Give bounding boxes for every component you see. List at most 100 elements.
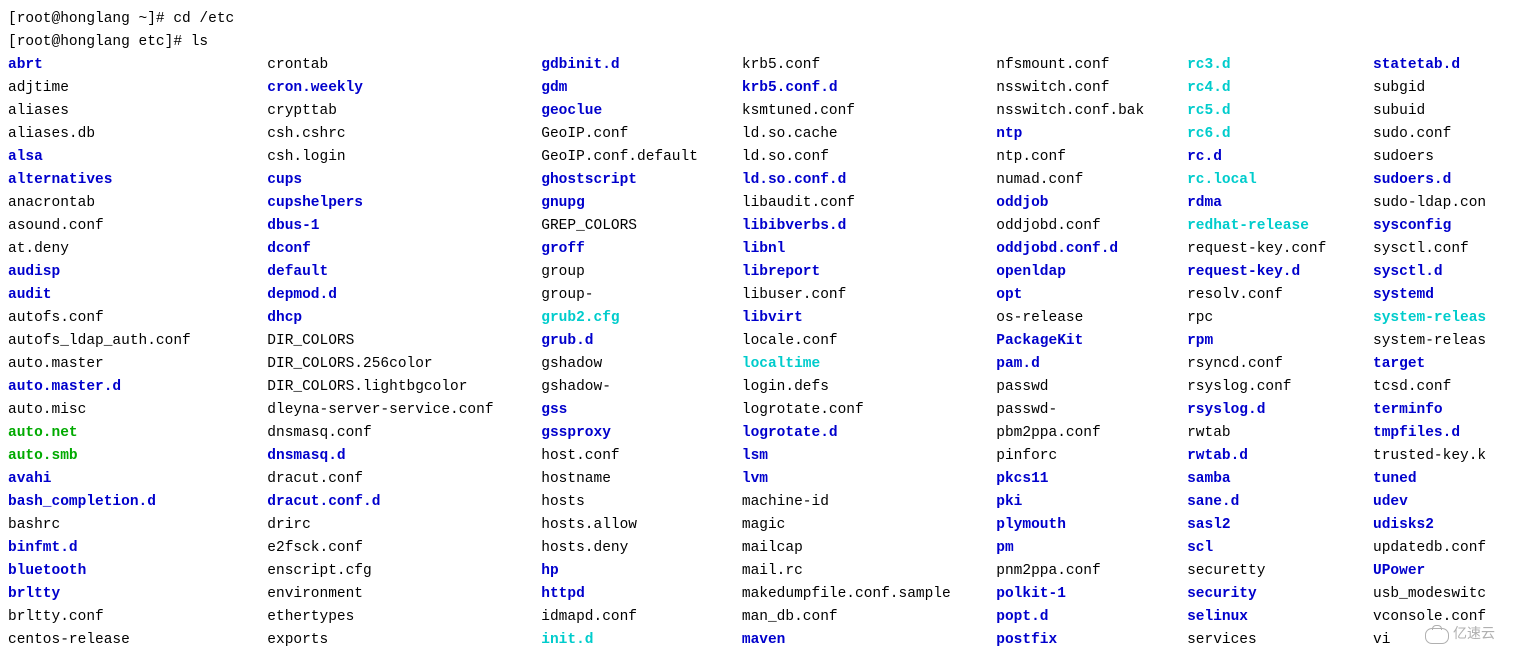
file-entry: rsyncd.conf xyxy=(1187,353,1373,376)
file-entry: crontab xyxy=(267,54,541,77)
file-entry: services xyxy=(1187,629,1373,652)
file-entry: rdma xyxy=(1187,192,1373,215)
file-entry: rc.d xyxy=(1187,146,1373,169)
file-entry: auto.net xyxy=(8,422,267,445)
file-entry: cron.weekly xyxy=(267,77,541,100)
file-entry: udev xyxy=(1373,491,1510,514)
file-entry: rc3.d xyxy=(1187,54,1373,77)
file-entry: tcsd.conf xyxy=(1373,376,1510,399)
file-entry: dhcp xyxy=(267,307,541,330)
listing-column-5: nfsmount.confnsswitch.confnsswitch.conf.… xyxy=(996,54,1187,652)
file-entry: mailcap xyxy=(742,537,996,560)
file-entry: lsm xyxy=(742,445,996,468)
file-entry: dnsmasq.d xyxy=(267,445,541,468)
watermark-icon xyxy=(1425,628,1449,644)
file-entry: pam.d xyxy=(996,353,1187,376)
file-entry: krb5.conf xyxy=(742,54,996,77)
file-entry: os-release xyxy=(996,307,1187,330)
file-entry: depmod.d xyxy=(267,284,541,307)
file-entry: bashrc xyxy=(8,514,267,537)
watermark-text: 亿速云 xyxy=(1453,624,1495,647)
file-entry: sudo-ldap.con xyxy=(1373,192,1510,215)
file-entry: rc.local xyxy=(1187,169,1373,192)
file-entry: GeoIP.conf.default xyxy=(541,146,742,169)
file-entry: aliases xyxy=(8,100,267,123)
file-entry: anacrontab xyxy=(8,192,267,215)
terminal-output: [root@honglang ~]# cd /etc [root@honglan… xyxy=(8,8,1510,652)
file-entry: ld.so.conf.d xyxy=(742,169,996,192)
file-entry: plymouth xyxy=(996,514,1187,537)
file-entry: libibverbs.d xyxy=(742,215,996,238)
listing-column-3: gdbinit.dgdmgeoclueGeoIP.confGeoIP.conf.… xyxy=(541,54,742,652)
file-entry: samba xyxy=(1187,468,1373,491)
file-entry: crypttab xyxy=(267,100,541,123)
file-entry: gdbinit.d xyxy=(541,54,742,77)
file-entry: rpc xyxy=(1187,307,1373,330)
file-entry: e2fsck.conf xyxy=(267,537,541,560)
file-entry: lvm xyxy=(742,468,996,491)
prompt-line-2: [root@honglang etc]# ls xyxy=(8,31,1510,54)
file-entry: libuser.conf xyxy=(742,284,996,307)
file-entry: bluetooth xyxy=(8,560,267,583)
file-entry: selinux xyxy=(1187,606,1373,629)
file-entry: brltty xyxy=(8,583,267,606)
file-entry: binfmt.d xyxy=(8,537,267,560)
file-entry: oddjobd.conf xyxy=(996,215,1187,238)
file-entry: sysctl.conf xyxy=(1373,238,1510,261)
file-entry: gnupg xyxy=(541,192,742,215)
file-entry: group xyxy=(541,261,742,284)
file-entry: rc4.d xyxy=(1187,77,1373,100)
file-entry: hostname xyxy=(541,468,742,491)
file-entry: abrt xyxy=(8,54,267,77)
file-entry: updatedb.conf xyxy=(1373,537,1510,560)
file-entry: nsswitch.conf xyxy=(996,77,1187,100)
file-entry: terminfo xyxy=(1373,399,1510,422)
file-entry: aliases.db xyxy=(8,123,267,146)
file-entry: dleyna-server-service.conf xyxy=(267,399,541,422)
file-entry: pm xyxy=(996,537,1187,560)
listing-column-6: rc3.drc4.drc5.drc6.drc.drc.localrdmaredh… xyxy=(1187,54,1373,652)
file-entry: autofs.conf xyxy=(8,307,267,330)
file-entry: rsyslog.conf xyxy=(1187,376,1373,399)
file-entry: grub.d xyxy=(541,330,742,353)
file-entry: audisp xyxy=(8,261,267,284)
file-entry: default xyxy=(267,261,541,284)
file-entry: machine-id xyxy=(742,491,996,514)
file-entry: csh.login xyxy=(267,146,541,169)
file-entry: dracut.conf.d xyxy=(267,491,541,514)
file-entry: magic xyxy=(742,514,996,537)
file-entry: securetty xyxy=(1187,560,1373,583)
file-entry: drirc xyxy=(267,514,541,537)
file-entry: passwd- xyxy=(996,399,1187,422)
file-entry: libnl xyxy=(742,238,996,261)
file-entry: sudo.conf xyxy=(1373,123,1510,146)
file-entry: PackageKit xyxy=(996,330,1187,353)
file-entry: DIR_COLORS.lightbgcolor xyxy=(267,376,541,399)
file-entry: rwtab xyxy=(1187,422,1373,445)
file-entry: init.d xyxy=(541,629,742,652)
file-entry: pki xyxy=(996,491,1187,514)
file-entry: cups xyxy=(267,169,541,192)
file-entry: openldap xyxy=(996,261,1187,284)
file-entry: udisks2 xyxy=(1373,514,1510,537)
file-entry: groff xyxy=(541,238,742,261)
file-entry: gssproxy xyxy=(541,422,742,445)
file-entry: hosts.allow xyxy=(541,514,742,537)
file-entry: centos-release xyxy=(8,629,267,652)
file-entry: DIR_COLORS xyxy=(267,330,541,353)
file-entry: numad.conf xyxy=(996,169,1187,192)
file-entry: gss xyxy=(541,399,742,422)
file-entry: dconf xyxy=(267,238,541,261)
file-entry: login.defs xyxy=(742,376,996,399)
file-entry: rc6.d xyxy=(1187,123,1373,146)
file-entry: GREP_COLORS xyxy=(541,215,742,238)
file-entry: enscript.cfg xyxy=(267,560,541,583)
file-entry: gshadow- xyxy=(541,376,742,399)
file-entry: pinforc xyxy=(996,445,1187,468)
file-entry: krb5.conf.d xyxy=(742,77,996,100)
file-entry: hosts.deny xyxy=(541,537,742,560)
file-entry: maven xyxy=(742,629,996,652)
file-entry: redhat-release xyxy=(1187,215,1373,238)
file-entry: polkit-1 xyxy=(996,583,1187,606)
file-entry: ntp xyxy=(996,123,1187,146)
